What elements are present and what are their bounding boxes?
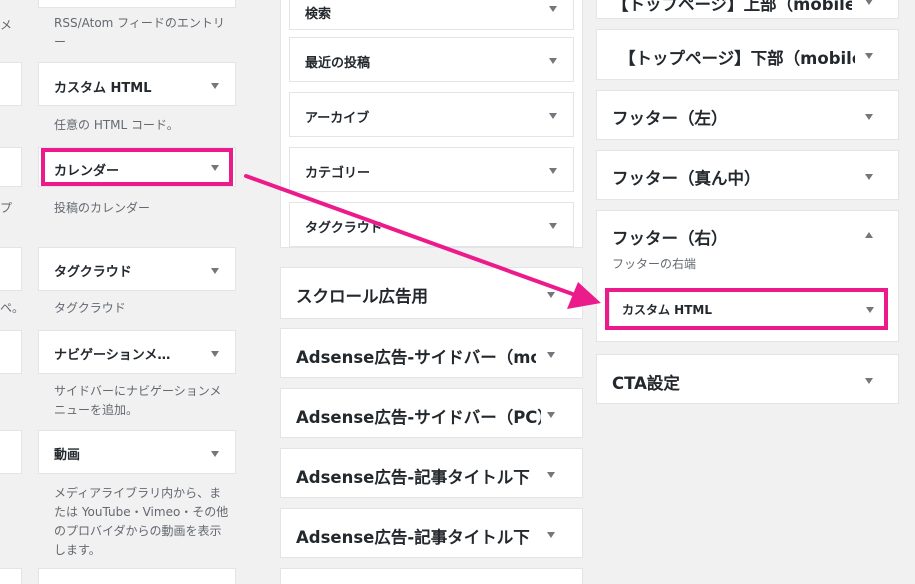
sidebar-adsense-title-1[interactable]: Adsense広告-記事タイトル下	[280, 448, 583, 498]
sidebar-partial-bottom[interactable]	[280, 568, 583, 584]
widget-desc: 任意の HTML コード。	[54, 118, 179, 132]
chevron-down-icon	[211, 451, 219, 457]
widget-video[interactable]: 動画	[38, 430, 236, 474]
left-partial-box-3[interactable]	[0, 330, 22, 374]
chevron-down-icon	[549, 113, 557, 119]
widget-label: タグクラウド	[54, 265, 132, 280]
left-partial-box-1[interactable]	[0, 147, 22, 187]
sidebar-scroll-ad[interactable]: スクロール広告用	[280, 267, 583, 319]
sidebar-title: フッター（左）	[612, 109, 728, 128]
inner-widget-archive[interactable]: アーカイブ	[289, 92, 574, 137]
widget-box-partial-bottom[interactable]	[38, 568, 236, 584]
widget-desc: タグクラウド	[54, 301, 126, 315]
sidebar-title: Adsense広告-記事タイトル下	[296, 468, 530, 487]
sidebar-top-page-upper[interactable]: 【トップページ】上部（mobile）	[596, 0, 899, 19]
sidebar-adsense-title-2[interactable]: Adsense広告-記事タイトル下	[280, 508, 583, 558]
sidebar-top-page-lower[interactable]: 【トップページ】下部（mobile）	[596, 29, 899, 80]
chevron-down-icon	[211, 83, 219, 89]
widget-label: ナビゲーションメ…	[54, 348, 171, 363]
chevron-down-icon	[547, 532, 555, 538]
calendar-highlight	[41, 148, 233, 186]
sidebar-footer-middle[interactable]: フッター（真ん中）	[596, 150, 899, 200]
custom-html-highlight	[605, 288, 888, 330]
widget-desc: サイドバーにナビゲーションメニューを追加。	[54, 384, 222, 417]
widget-navigation-menu[interactable]: ナビゲーションメ…	[38, 330, 236, 374]
left-partial-box-0[interactable]	[0, 62, 22, 106]
widget-box-partial-top[interactable]	[38, 0, 236, 8]
sidebar-adsense-mobile[interactable]: Adsense広告-サイドバー（mobile）	[280, 328, 583, 378]
chevron-down-icon	[865, 0, 873, 5]
chevron-down-icon	[865, 114, 873, 120]
inner-widget-tag-cloud[interactable]: タグクラウド	[289, 202, 574, 247]
widget-desc: 投稿のカレンダー	[54, 201, 151, 215]
inner-widget-recent-posts[interactable]: 最近の投稿	[289, 37, 574, 82]
sidebar-title: 【トップページ】上部（mobile）	[612, 0, 852, 14]
widget-custom-html[interactable]: カスタム HTML	[38, 62, 236, 106]
sidebar-title: CTA設定	[612, 374, 680, 393]
inner-widget-label: アーカイブ	[305, 111, 370, 126]
widget-desc: メディアライブラリ内から、または YouTube・Vimeo・その他のプロバイダ…	[54, 486, 229, 557]
chevron-down-icon	[549, 6, 557, 12]
left-partial-text: プ	[0, 201, 13, 215]
widget-label: 動画	[54, 448, 81, 463]
chevron-down-icon	[547, 352, 555, 358]
sidebar-adsense-pc[interactable]: Adsense広告-サイドバー（PC）	[280, 388, 583, 438]
left-partial-text: ペ。	[0, 301, 25, 315]
chevron-down-icon	[211, 268, 219, 274]
widget-desc-rss: RSS/Atom フィードのエントリー	[54, 16, 225, 49]
inner-widget-search[interactable]: 検索	[289, 0, 574, 30]
sidebar-title: Adsense広告-記事タイトル下	[296, 528, 530, 547]
widget-label: カスタム HTML	[54, 81, 152, 96]
inner-widget-label: タグクラウド	[305, 221, 383, 236]
left-partial-box-5[interactable]	[0, 568, 22, 584]
sidebar-title: Adsense広告-サイドバー（mobile）	[296, 348, 536, 367]
left-partial-text: メ	[0, 18, 13, 32]
left-partial-box-4[interactable]	[0, 430, 22, 474]
sidebar-footer-left[interactable]: フッター（左）	[596, 90, 899, 140]
widget-tag-cloud[interactable]: タグクラウド	[38, 247, 236, 291]
sidebar-title: フッター（右）	[612, 229, 728, 248]
chevron-down-icon	[547, 292, 555, 298]
left-partial-box-2[interactable]	[0, 247, 22, 291]
chevron-down-icon	[549, 223, 557, 229]
chevron-up-icon[interactable]	[865, 232, 873, 238]
inner-widget-category[interactable]: カテゴリー	[289, 147, 574, 192]
chevron-down-icon	[865, 378, 873, 384]
chevron-down-icon	[865, 174, 873, 180]
chevron-down-icon	[549, 168, 557, 174]
chevron-down-icon	[547, 472, 555, 478]
inner-widget-label: 最近の投稿	[305, 56, 371, 71]
sidebar-desc: フッターの右端	[612, 257, 697, 271]
inner-widget-label: 検索	[305, 7, 332, 22]
sidebar-title: Adsense広告-サイドバー（PC）	[296, 408, 541, 427]
sidebar-title: スクロール広告用	[296, 287, 428, 306]
chevron-down-icon	[549, 58, 557, 64]
sidebar-title: フッター（真ん中）	[612, 169, 761, 188]
chevron-down-icon	[547, 412, 555, 418]
chevron-down-icon	[211, 351, 219, 357]
sidebar-title: 【トップページ】下部（mobile）	[619, 49, 855, 68]
inner-widget-label: カテゴリー	[305, 166, 371, 181]
sidebar-cta[interactable]: CTA設定	[596, 354, 899, 404]
chevron-down-icon	[865, 53, 873, 59]
